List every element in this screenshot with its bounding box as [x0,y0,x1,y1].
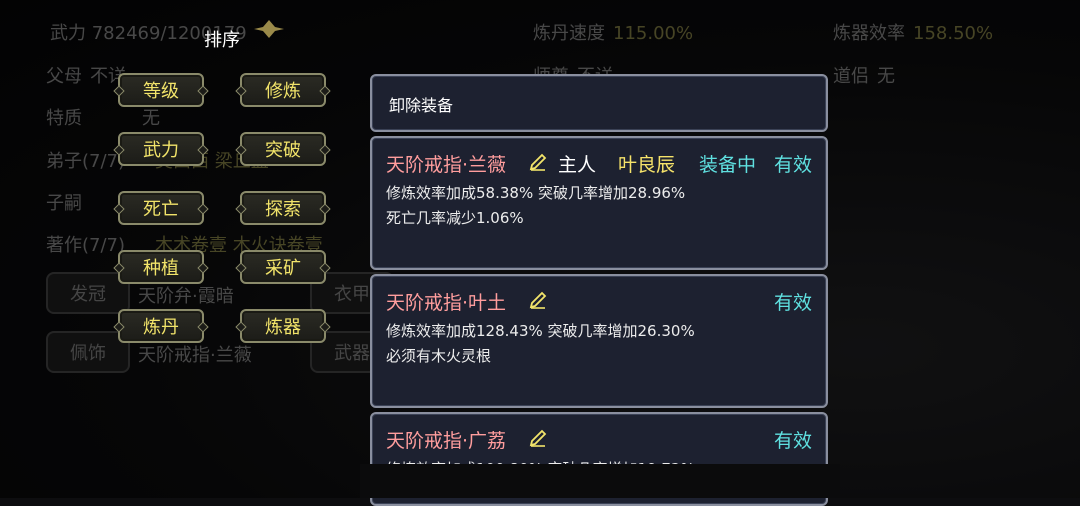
list-clip-mask [360,464,840,498]
sort-explore-button[interactable]: 探索 [240,191,326,225]
item-effect: 死亡几率减少1.06% [386,209,524,227]
item-name: 天阶戒指·叶土 [386,292,507,314]
equipped-badge: 装备中 [699,154,757,176]
status-valid: 有效 [773,292,812,314]
edit-pencil-icon[interactable] [528,290,548,310]
item-name: 天阶戒指·兰薇 [386,154,507,176]
sort-mining-button[interactable]: 采矿 [240,250,326,284]
unequip-button[interactable]: 卸除装备 [370,74,828,132]
item-effect: 必须有木火灵根 [386,347,492,365]
item-name: 天阶戒指·广荔 [386,430,507,452]
sort-level-button[interactable]: 等级 [118,73,204,107]
gold-ornament-icon [254,20,284,38]
sort-power-button[interactable]: 武力 [118,132,204,166]
item-effect: 修炼效率加成128.43% 突破几率增加26.30% [386,322,695,340]
sort-title: 排序 [204,30,240,51]
edit-pencil-icon[interactable] [528,428,548,448]
item-card[interactable]: 天阶戒指·兰薇 主人 叶良辰 装备中 有效 修炼效率加成58.38% 突破几率增… [370,136,828,270]
edit-pencil-icon[interactable] [528,152,548,172]
owner-label: 主人 [558,154,597,176]
sort-death-button[interactable]: 死亡 [118,191,204,225]
sort-planting-button[interactable]: 种植 [118,250,204,284]
sort-cultivation-button[interactable]: 修炼 [240,73,326,107]
sort-breakthrough-button[interactable]: 突破 [240,132,326,166]
sort-alchemy-button[interactable]: 炼丹 [118,309,204,343]
owner-name: 叶良辰 [618,154,676,176]
unequip-label: 卸除装备 [389,96,454,115]
sort-forging-button[interactable]: 炼器 [240,309,326,343]
status-valid: 有效 [773,430,812,452]
item-card[interactable]: 天阶戒指·叶土 有效 修炼效率加成128.43% 突破几率增加26.30% 必须… [370,274,828,408]
status-valid: 有效 [773,154,812,176]
item-effect: 修炼效率加成58.38% 突破几率增加28.96% [386,184,686,202]
